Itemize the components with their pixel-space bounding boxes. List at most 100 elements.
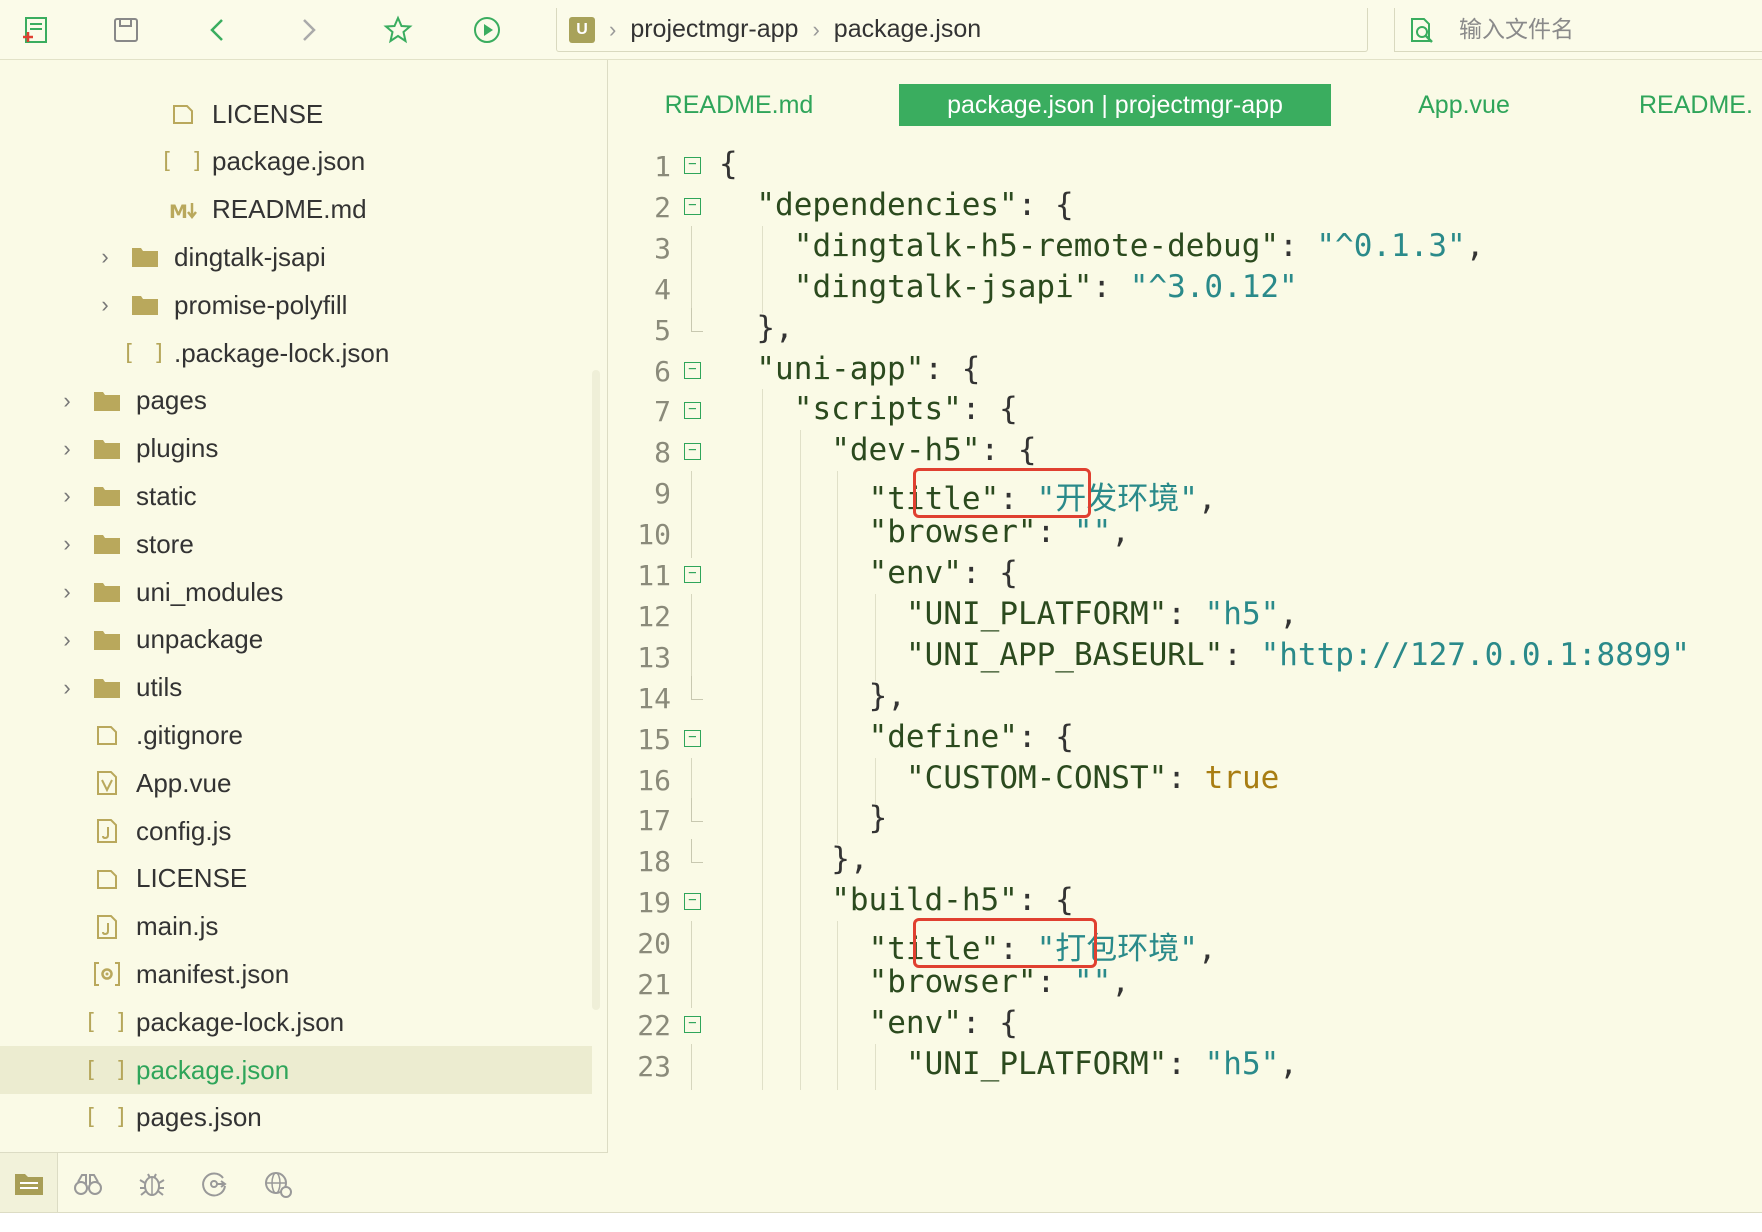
file-search-input[interactable] — [1459, 16, 1739, 43]
indent-guide — [837, 471, 839, 518]
fold-toggle-icon[interactable]: − — [684, 443, 701, 461]
tree-folder[interactable]: › unpackage — [0, 616, 592, 664]
tree-folder[interactable]: › store — [0, 520, 592, 568]
indent-guide — [874, 1043, 876, 1090]
tree-folder[interactable]: › uni_modules — [0, 568, 592, 616]
fold-toggle-icon[interactable]: − — [684, 157, 701, 174]
json-key: "browser" — [868, 514, 1037, 551]
line-number: 12 — [637, 599, 671, 633]
code-line: 20 "title": "打包环境", — [609, 921, 1762, 968]
chevron-right-icon[interactable]: › — [94, 292, 116, 318]
line-number: 17 — [637, 804, 671, 838]
code-line: 17} — [609, 798, 1762, 845]
breadcrumb-file[interactable]: package.json — [834, 15, 981, 44]
chevron-right-icon[interactable]: › — [56, 436, 78, 462]
line-number: 14 — [637, 681, 671, 715]
json-punctuation: , — [1111, 964, 1130, 1000]
tree-folder[interactable]: › plugins — [0, 425, 592, 473]
indent-guide — [837, 921, 839, 968]
fold-toggle-icon[interactable]: − — [684, 566, 701, 583]
indent-guide — [762, 1002, 764, 1049]
fold-toggle-icon[interactable]: − — [684, 1015, 701, 1033]
tree-file[interactable]: [ ] .package-lock.json — [0, 329, 592, 377]
tree-folder[interactable]: › promise-polyfill — [0, 281, 592, 329]
tree-item-label: README.md — [212, 194, 367, 225]
json-string: "http://127.0.0.1:8899" — [1260, 636, 1690, 673]
plugin-globe-icon[interactable] — [262, 1169, 294, 1199]
chevron-right-icon[interactable]: › — [56, 388, 78, 414]
indent-guide — [762, 716, 764, 763]
code-line: 16 "CUSTOM-CONST": true — [609, 757, 1762, 804]
json-string: "^0.1.3" — [1316, 227, 1466, 264]
code-line: 19− "build-h5": { — [609, 880, 1762, 927]
bug-icon[interactable] — [136, 1169, 168, 1199]
tree-file[interactable]: .gitignore — [0, 711, 592, 759]
tree-item-label: LICENSE — [136, 863, 248, 894]
tree-file[interactable]: LICENSE — [0, 855, 592, 903]
tree-file[interactable]: [ ] package.json — [0, 1046, 592, 1094]
sidebar-scrollbar[interactable] — [592, 370, 600, 1010]
tree-file[interactable]: [ ] package-lock.json — [0, 998, 592, 1046]
json-punctuation: }, — [831, 841, 869, 878]
highlight-box — [913, 918, 1097, 969]
chevron-right-icon[interactable]: › — [56, 579, 78, 605]
tree-file[interactable]: [ ] pages.json — [0, 1094, 592, 1142]
fold-range-marker — [691, 757, 692, 804]
line-number: 18 — [637, 845, 671, 879]
fold-toggle-icon[interactable]: − — [684, 729, 701, 747]
fold-toggle-icon[interactable]: − — [684, 361, 701, 379]
json-key: "env" — [868, 1004, 962, 1041]
line-number: 7 — [654, 395, 671, 429]
chevron-right-icon[interactable]: › — [56, 675, 78, 701]
tab-package-json[interactable]: package.json | projectmgr-app — [899, 84, 1331, 126]
json-punctuation: : { — [961, 391, 1018, 428]
tree-file[interactable]: App.vue — [0, 759, 592, 807]
tree-file[interactable]: M README.md — [0, 186, 592, 234]
breadcrumb-project[interactable]: projectmgr-app — [630, 15, 798, 44]
indent-guide — [837, 1002, 839, 1049]
tree-file[interactable]: main.js — [0, 903, 592, 951]
new-file-icon[interactable] — [20, 14, 52, 46]
chevron-right-icon[interactable]: › — [94, 244, 116, 270]
breadcrumb[interactable]: U › projectmgr-app › package.json — [556, 8, 1368, 52]
tree-file[interactable]: LICENSE — [0, 90, 592, 138]
file-icon — [168, 101, 198, 127]
tree-file[interactable]: [ ] package.json — [0, 138, 592, 186]
indent-guide — [837, 634, 839, 681]
fold-toggle-icon[interactable]: − — [684, 893, 701, 911]
tree-item-label: package-lock.json — [136, 1006, 345, 1037]
binoculars-icon[interactable] — [72, 1169, 104, 1199]
tree-file[interactable]: manifest.json — [0, 950, 592, 998]
tree-item-label: unpackage — [136, 624, 264, 655]
code-text: } — [869, 800, 888, 836]
run-icon[interactable] — [471, 14, 503, 46]
indent-guide — [837, 798, 839, 845]
indent-guide — [762, 798, 764, 845]
tree-folder[interactable]: › dingtalk-jsapi — [0, 233, 592, 281]
tab-app-vue[interactable]: App.vue — [1399, 84, 1529, 126]
tree-file[interactable]: config.js — [0, 807, 592, 855]
line-number: 23 — [637, 1049, 671, 1083]
chevron-right-icon[interactable]: › — [56, 483, 78, 509]
tree-folder[interactable]: › utils — [0, 664, 592, 712]
file-icon — [92, 866, 122, 892]
tab-readme[interactable]: README.md — [649, 84, 829, 126]
back-icon[interactable] — [202, 14, 234, 46]
folder-icon — [92, 579, 122, 605]
indent-guide — [762, 962, 764, 1008]
chevron-right-icon[interactable]: › — [56, 531, 78, 557]
json-key: "UNI_PLATFORM" — [906, 595, 1168, 632]
chevron-right-icon[interactable]: › — [56, 627, 78, 653]
save-icon[interactable] — [110, 14, 142, 46]
fold-toggle-icon[interactable]: − — [684, 402, 701, 420]
code-text: "dingtalk-h5-remote-debug": "^0.1.3", — [794, 228, 1485, 264]
star-icon[interactable] — [382, 14, 414, 46]
code-text: "dev-h5": { — [831, 432, 1036, 468]
tree-folder[interactable]: › pages — [0, 377, 592, 425]
fold-toggle-icon[interactable]: − — [684, 197, 701, 215]
tree-folder[interactable]: › static — [0, 472, 592, 520]
forward-icon[interactable] — [292, 14, 324, 46]
project-manager-icon[interactable] — [0, 1153, 58, 1213]
git-icon[interactable] — [198, 1169, 230, 1199]
tab-readme-2[interactable]: README. — [1639, 84, 1762, 126]
